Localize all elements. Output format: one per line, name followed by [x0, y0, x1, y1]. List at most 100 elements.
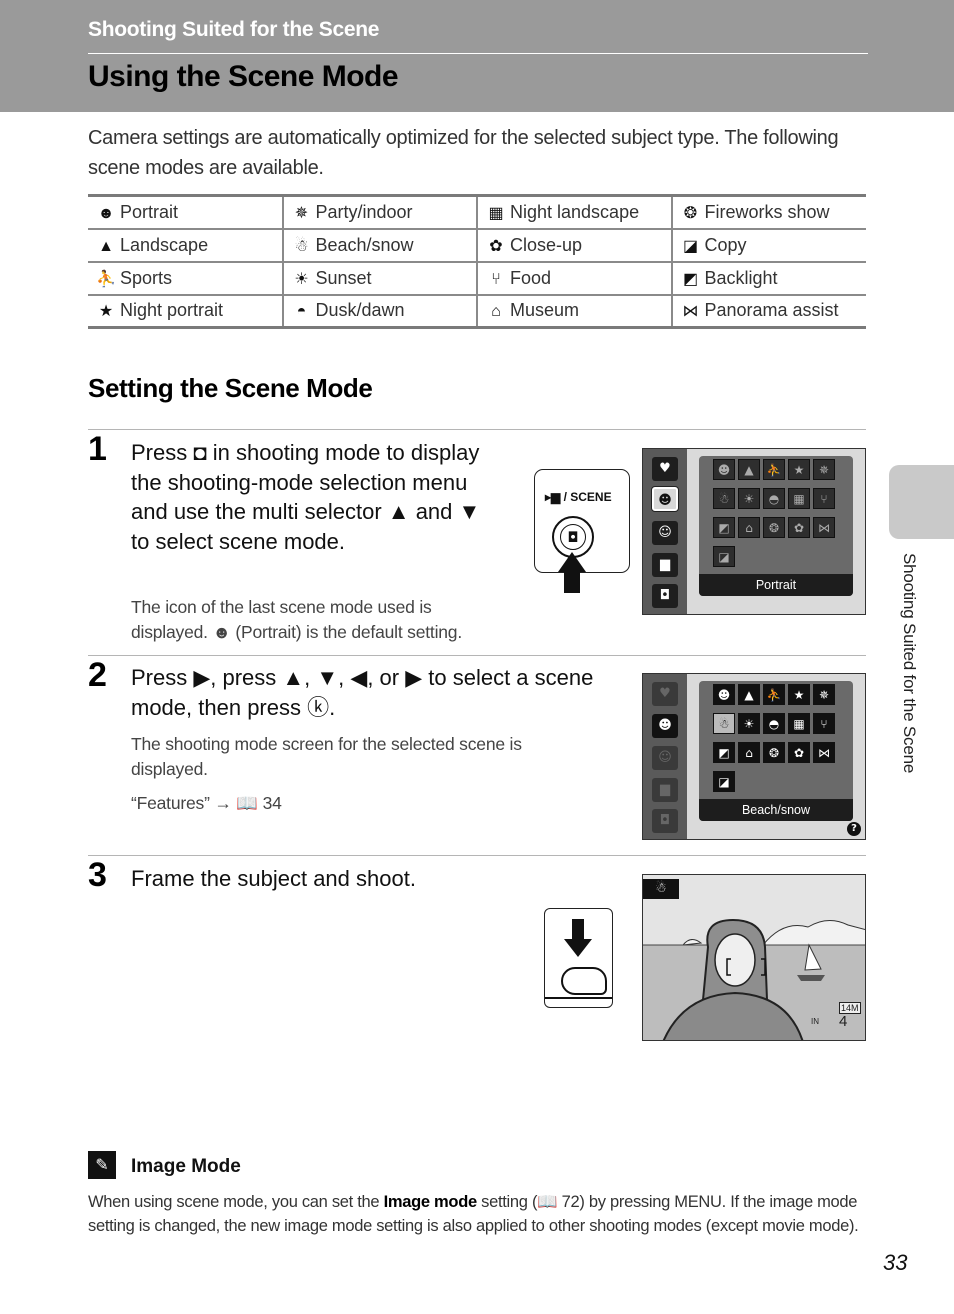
sports-icon: ⛹	[96, 270, 116, 288]
scene-mode-label: Museum	[510, 300, 580, 321]
dusk-dawn-icon: ◓	[763, 488, 785, 509]
scene-mode-label: Backlight	[704, 267, 778, 288]
step-2-number: 2	[88, 656, 107, 694]
smart-portrait-icon: ♥	[652, 457, 678, 481]
food-icon: ⑂	[813, 488, 835, 509]
scene-mode-label: Night portrait	[120, 300, 224, 321]
party-indoor-icon: ✵	[813, 459, 835, 480]
table-row: ▲ Landscape ☃ Beach/snow ✿ Close-up ◪ Copy	[88, 227, 866, 263]
smile-icon: ☺	[652, 746, 678, 770]
scene-mode-label: Sunset	[315, 267, 372, 288]
note-icon: ✎	[88, 1151, 116, 1179]
food-icon: ⑂	[491, 270, 501, 288]
scene-button-label: ▸▆ / SCENE	[545, 490, 612, 504]
scene-mode-label: Portrait	[120, 201, 179, 222]
step-2-reference: “Features” → 📖 34	[131, 793, 282, 813]
scene-mode-label: Beach/snow	[315, 234, 414, 255]
sunset-icon: ☀	[738, 713, 760, 734]
beach-snow-icon: ☃	[713, 488, 735, 509]
scene-mode-label: Night landscape	[510, 201, 640, 222]
page-number: 33	[883, 1250, 908, 1275]
setting-heading: Setting the Scene Mode	[88, 373, 373, 403]
landscape-icon: ▲	[738, 459, 760, 480]
header-divider	[88, 53, 868, 54]
scene-mode-label: Party/indoor	[315, 201, 413, 222]
scene-mode-label: Food	[510, 267, 552, 288]
scene-mode-label: Close-up	[510, 234, 583, 255]
panorama-assist-icon: ⋈	[813, 517, 835, 538]
scene-mode-label: Sports	[120, 267, 173, 288]
step-2-note: The shooting mode screen for the selecte…	[131, 734, 522, 779]
scene-mode-label: Dusk/dawn	[315, 300, 405, 321]
shots-remaining: 4	[839, 1013, 848, 1030]
movie-icon: ▆	[652, 553, 678, 577]
party-indoor-icon: ✵	[294, 204, 309, 222]
scene-mode-cell: ★ Night portrait	[88, 293, 284, 329]
scene-mode-cell: ⑂ Food	[477, 260, 673, 296]
scene-mode-label: Landscape	[120, 234, 209, 255]
dusk-dawn-icon: ◓	[763, 713, 785, 734]
fireworks-icon: ❂	[683, 204, 698, 222]
landscape-icon: ▲	[98, 237, 114, 255]
scene-mode-cell: ◓ Dusk/dawn	[282, 293, 478, 329]
step-2-instruction: Press ▶, press ▲, ▼, ◀, or ▶ to select a…	[131, 665, 594, 720]
scene-mode-label: Panorama assist	[704, 300, 839, 321]
portrait-icon: ☻	[97, 204, 115, 222]
scene-mode-cell: ◩ Backlight	[671, 260, 866, 296]
dusk-dawn-icon: ◓	[296, 303, 307, 321]
scene-grid-panel: ☻ ▲ ⛹ ★ ✵ ☃ ☀ ◓ ▦ ⑂ ◩ ⌂ ❂ ✿ ⋈ ◪ Portrait	[699, 456, 853, 596]
scene-mode-cell: ⋈ Panorama assist	[671, 293, 866, 329]
scene-mode-cell: ▲ Landscape	[88, 227, 284, 263]
portrait-icon: ☻	[713, 459, 735, 480]
backlight-icon: ◩	[713, 742, 735, 763]
step-3-number: 3	[88, 856, 107, 894]
page-title: Using the Scene Mode	[88, 60, 399, 93]
step-1-instruction: Press ◘ in shooting mode to display the …	[131, 440, 481, 554]
beach-snow-icon: ☃	[713, 713, 735, 734]
close-up-icon: ✿	[788, 517, 810, 538]
movie-icon: ▆	[652, 778, 678, 802]
portrait-icon: ☻	[713, 684, 735, 705]
close-up-icon: ✿	[489, 237, 503, 255]
fireworks-icon: ❂	[763, 517, 785, 538]
section-title: Shooting Suited for the Scene	[88, 18, 380, 41]
scene-modes-table: ☻ Portrait ✵ Party/indoor ▦ Night landscape ❂ F…	[88, 194, 866, 329]
scene-mode-cell: ⛹ Sports	[88, 260, 284, 296]
selected-scene-label: Portrait	[699, 574, 853, 596]
scene-mode-indicator: ☃	[643, 879, 679, 899]
auto-mode-icon: ◘	[652, 584, 678, 608]
copy-icon: ◪	[713, 771, 735, 792]
scene-mode-cell: ◪ Copy	[671, 227, 866, 263]
night-landscape-icon: ▦	[788, 713, 810, 734]
step-1-number: 1	[88, 430, 107, 468]
food-icon: ⑂	[813, 713, 835, 734]
scene-mode-label: Fireworks show	[704, 201, 830, 222]
museum-icon: ⌂	[491, 303, 501, 321]
scene-mode-cell: ⌂ Museum	[477, 293, 673, 329]
viewfinder-scene-illustration	[643, 875, 865, 1040]
backlight-icon: ◩	[682, 270, 699, 288]
press-arrow-shaft	[564, 571, 580, 593]
scene-mode-cell: ☃ Beach/snow	[282, 227, 478, 263]
step-divider	[88, 655, 866, 656]
note-body: When using scene mode, you can set the I…	[88, 1191, 868, 1238]
scene-mode-cell: ✿ Close-up	[477, 227, 673, 263]
copy-icon: ◪	[682, 237, 699, 255]
museum-icon: ⌂	[738, 742, 760, 763]
shutter-button-line	[545, 997, 612, 999]
chapter-tab[interactable]	[889, 465, 954, 539]
camera-icon: ◘	[560, 524, 586, 550]
sports-icon: ⛹	[763, 459, 785, 480]
backlight-icon: ◩	[713, 517, 735, 538]
mode-sidebar: ♥ ☻ ☺ ▆ ◘	[643, 674, 687, 839]
note-text-1: When using scene mode, you can set the	[88, 1193, 384, 1211]
scene-menu-screen-portrait: ♥ ☻ ☺ ▆ ◘ ☻ ▲ ⛹ ★ ✵ ☃ ☀ ◓ ▦ ⑂ ◩ ⌂ ❂ ✿ ⋈ ◪ Portrait	[642, 448, 866, 615]
scene-mode-cell: ▦ Night landscape	[477, 194, 673, 230]
beach-snow-icon: ☃	[294, 237, 309, 255]
panorama-assist-icon: ⋈	[813, 742, 835, 763]
copy-icon: ◪	[713, 546, 735, 567]
scene-mode-icon: ☻	[652, 714, 678, 738]
fireworks-icon: ❂	[763, 742, 785, 763]
scene-mode-icon: ☻	[652, 487, 678, 511]
press-down-arrow-icon	[564, 939, 592, 957]
